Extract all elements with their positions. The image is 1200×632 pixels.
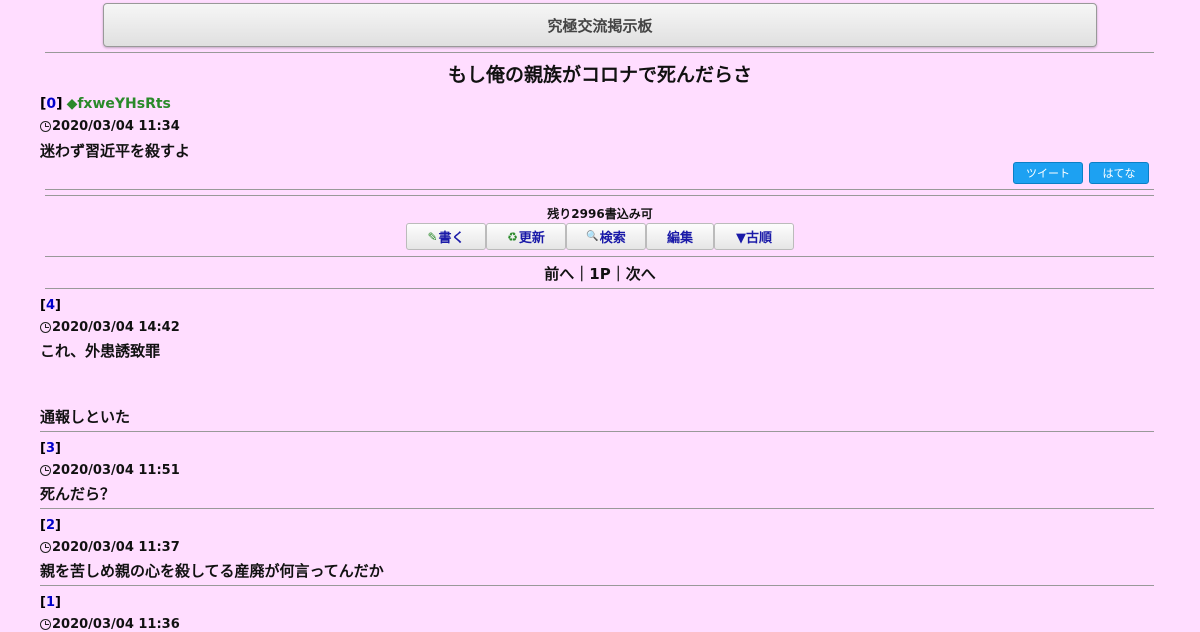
post-number-link[interactable]: 0 (46, 96, 56, 112)
post-number: [4] (40, 298, 61, 313)
post-body-line: 親を苦しめ親の心を殺してる産廃が何言ってんだか (40, 562, 384, 580)
prev-link[interactable]: 前へ (544, 265, 574, 283)
divider (45, 189, 1154, 190)
post-body-line: 通報しといた (40, 408, 131, 426)
next-link[interactable]: 次へ (626, 265, 656, 283)
clock-icon (40, 465, 51, 476)
search-button[interactable]: 🔍 検索 (566, 223, 646, 250)
hatena-button[interactable]: はてな (1089, 162, 1149, 184)
post-number: [2] (40, 518, 61, 533)
op-post: [0] ◆fxweYHsRts (40, 96, 171, 112)
refresh-icon: ♻ (507, 229, 518, 244)
divider (45, 195, 1154, 196)
board-title-banner[interactable]: 究極交流掲示板 (103, 3, 1097, 47)
remaining-count: 残り2996書込み可 (547, 207, 653, 221)
post-body-line: 死んだら？ (40, 485, 116, 503)
clock-icon (40, 619, 51, 630)
trip-code: ◆fxweYHsRts (66, 96, 171, 112)
post-date-text: 2020/03/04 11:51 (52, 463, 180, 478)
post-date: 2020/03/04 11:37 (40, 540, 180, 555)
post-date-text: 2020/03/04 11:37 (52, 540, 180, 555)
clock-icon (40, 542, 51, 553)
pager: 前へ｜1P｜次へ (0, 263, 1200, 284)
post-body-line: これ、外患誘致罪 (40, 342, 161, 360)
divider (40, 585, 1154, 586)
op-date-text: 2020/03/04 11:34 (52, 119, 180, 134)
write-button[interactable]: ✎ 書く (406, 223, 486, 250)
post-number-link[interactable]: 3 (46, 441, 55, 456)
pager-separator: ｜ (574, 265, 590, 283)
post-number-link[interactable]: 2 (46, 518, 55, 533)
sort-order-button[interactable]: ▼古順 (714, 223, 794, 250)
refresh-button[interactable]: ♻ 更新 (486, 223, 566, 250)
board-title: 究極交流掲示板 (547, 16, 653, 35)
op-body: 迷わず習近平を殺すよ (40, 142, 191, 160)
divider (45, 256, 1154, 257)
post-number: [0] ◆fxweYHsRts (40, 96, 171, 112)
divider (40, 431, 1154, 432)
page-number[interactable]: 1P (589, 265, 610, 283)
search-icon: 🔍 (586, 231, 599, 242)
post-number-link[interactable]: 4 (46, 298, 55, 313)
refresh-label: 更新 (518, 231, 545, 246)
post-date-text: 2020/03/04 14:42 (52, 320, 180, 335)
thread-title: もし俺の親族がコロナで死んだらさ (447, 64, 752, 86)
divider (40, 508, 1154, 509)
edit-button[interactable]: 編集 (646, 223, 714, 250)
op-date: 2020/03/04 11:34 (40, 119, 180, 134)
divider (45, 52, 1154, 53)
post-date: 2020/03/04 14:42 (40, 320, 180, 335)
post-date: 2020/03/04 11:51 (40, 463, 180, 478)
toolbar: ✎ 書く ♻ 更新 🔍 検索 編集 ▼古順 (406, 223, 794, 250)
divider (45, 288, 1154, 289)
post-number: [1] (40, 595, 61, 610)
tweet-button[interactable]: ツイート (1013, 162, 1083, 184)
write-label: 書く (438, 231, 465, 246)
clock-icon (40, 322, 51, 333)
pencil-icon: ✎ (427, 229, 438, 244)
post-number: [3] (40, 441, 61, 456)
clock-icon (40, 121, 51, 132)
post-number-link[interactable]: 1 (46, 595, 55, 610)
search-label: 検索 (599, 231, 626, 246)
pager-separator: ｜ (610, 265, 626, 283)
